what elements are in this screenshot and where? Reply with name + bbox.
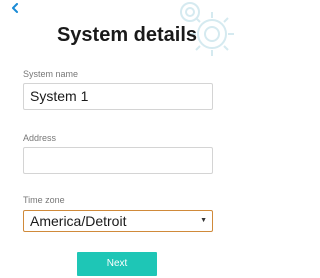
time-zone-label: Time zone bbox=[23, 195, 65, 205]
address-input[interactable] bbox=[23, 147, 213, 174]
address-label: Address bbox=[23, 133, 57, 143]
dropdown-arrow-icon: ▼ bbox=[200, 217, 207, 224]
chevron-left-icon[interactable] bbox=[10, 3, 20, 13]
page-title: System details bbox=[56, 24, 198, 46]
system-name-input[interactable]: System 1 bbox=[23, 83, 213, 110]
system-name-label: System name bbox=[23, 69, 79, 79]
next-button[interactable]: Next bbox=[77, 252, 157, 276]
time-zone-selected-value: America/Detroit bbox=[30, 213, 127, 229]
time-zone-select[interactable]: America/Detroit ▼ bbox=[23, 210, 213, 232]
system-details-screen: System details System name System 1 Addr… bbox=[0, 0, 254, 278]
